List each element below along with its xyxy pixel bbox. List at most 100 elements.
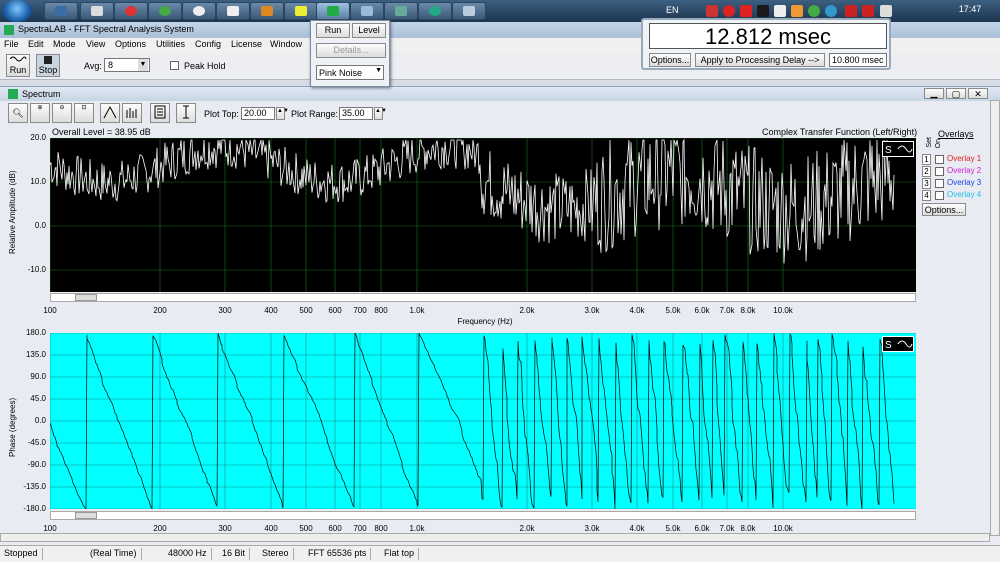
taskbar-app-12[interactable]	[418, 2, 452, 20]
taskbar-app-5[interactable]	[182, 2, 216, 20]
x-tick-label: 400	[264, 306, 278, 315]
overlay-options-button[interactable]: Options...	[922, 203, 966, 216]
x-tick-label: 4.0k	[629, 306, 645, 315]
chevron-down-icon[interactable]: ▼	[138, 59, 148, 71]
taskbar-app-11[interactable]	[384, 2, 418, 20]
plot-range-spinner[interactable]: ▲▼	[374, 107, 387, 120]
taskbar-app-6[interactable]	[216, 2, 250, 20]
x-tick-label: 3.0k	[584, 306, 600, 315]
apply-delay-button[interactable]: Apply to Processing Delay -->	[695, 53, 825, 67]
frequency-axis-label: Frequency (Hz)	[457, 317, 513, 326]
overlay-checkbox-1[interactable]	[935, 155, 944, 164]
plot-top-spinner[interactable]: ▲▼	[276, 107, 289, 120]
amplitude-scrollbar[interactable]	[50, 293, 916, 302]
phase-scrollbar[interactable]	[50, 511, 916, 520]
y-tick-label: 135.0	[25, 350, 46, 359]
avg-select[interactable]: 8 ▼	[104, 58, 150, 72]
overlay-checkbox-4[interactable]	[935, 191, 944, 200]
tray-icon-4[interactable]	[774, 5, 786, 17]
menu-view[interactable]: View	[86, 39, 105, 49]
taskbar-app-1[interactable]	[44, 2, 78, 20]
maximize-button[interactable]: ▢	[946, 88, 966, 99]
tray-icon-7[interactable]	[825, 5, 837, 17]
overlay-set-1[interactable]: 1	[922, 154, 931, 165]
overlay-set-4[interactable]: 4	[922, 190, 931, 201]
tray-icon-1[interactable]	[723, 5, 735, 17]
popup-level-button[interactable]: Level	[352, 23, 386, 38]
run-button[interactable]: Run	[6, 54, 30, 77]
zoom-icon[interactable]: 🔍︎	[8, 103, 28, 123]
zoom-full-icon[interactable]: ⊡	[74, 103, 94, 123]
sine-wave-icon-phase[interactable]: S	[882, 336, 914, 352]
taskbar-app-7[interactable]	[250, 2, 284, 20]
cursor-icon[interactable]	[176, 103, 196, 123]
taskbar-app-10[interactable]	[350, 2, 384, 20]
tray-icon-8[interactable]	[845, 5, 857, 17]
menu-license[interactable]: License	[231, 39, 262, 49]
spectrum-title: Spectrum	[22, 89, 61, 99]
bars-icon[interactable]	[122, 103, 142, 123]
tray-icon-5[interactable]	[791, 5, 803, 17]
plot-top-input[interactable]: 20.00	[241, 107, 275, 120]
notes-icon[interactable]	[150, 103, 170, 123]
status-bits: 16 Bit	[222, 548, 251, 560]
language-indicator[interactable]: EN	[666, 5, 679, 15]
overlay-label-4: Overlay 4	[947, 190, 982, 199]
scroll-thumb-phase[interactable]	[75, 512, 97, 519]
menu-edit[interactable]: Edit	[28, 39, 44, 49]
tray-icon-6[interactable]	[808, 5, 820, 17]
tray-icon-3[interactable]	[757, 5, 769, 17]
stop-button[interactable]: Stop	[36, 54, 60, 77]
start-orb-icon[interactable]	[2, 0, 32, 22]
overlay-checkbox-2[interactable]	[935, 167, 944, 176]
zoom-out-icon[interactable]: ⊖	[52, 103, 72, 123]
tray-icon-10[interactable]	[880, 5, 892, 17]
overlay-set-2[interactable]: 2	[922, 166, 931, 177]
noise-select[interactable]: Pink Noise ▼	[316, 65, 384, 80]
x-tick-label: 1.0k	[409, 306, 425, 315]
x-tick-label: 2.0k	[519, 524, 535, 533]
taskbar-app-spectralab[interactable]	[316, 2, 350, 20]
window-h-scrollbar[interactable]	[0, 533, 990, 542]
window-title: SpectraLAB - FFT Spectral Analysis Syste…	[18, 24, 194, 34]
flag-icon[interactable]	[706, 5, 718, 17]
status-bar: Stopped (Real Time) 48000 Hz 16 Bit Ster…	[0, 545, 1000, 562]
menu-file[interactable]: File	[4, 39, 19, 49]
popup-run-button[interactable]: Run	[316, 23, 350, 38]
taskbar-app-8[interactable]	[284, 2, 318, 20]
processing-delay-field[interactable]: 10.800 msec	[829, 53, 887, 67]
plot-range-input[interactable]: 35.00	[339, 107, 373, 120]
menu-options[interactable]: Options	[115, 39, 146, 49]
delay-options-button[interactable]: Options...	[649, 53, 691, 67]
overlay-checkbox-3[interactable]	[935, 179, 944, 188]
scroll-thumb[interactable]	[75, 294, 97, 301]
menu-mode[interactable]: Mode	[53, 39, 76, 49]
chevron-down-icon[interactable]: ▼	[375, 67, 382, 74]
clock[interactable]: 17:47	[950, 4, 990, 14]
minimize-button[interactable]: ▁	[924, 88, 944, 99]
x-tick-label: 800	[374, 524, 388, 533]
tray-icon-9[interactable]	[862, 5, 874, 17]
amplitude-plot[interactable]	[50, 138, 916, 292]
y-tick-label: 0.0	[34, 416, 46, 425]
zoom-in-icon[interactable]: ⊕	[30, 103, 50, 123]
taskbar-app-13[interactable]	[452, 2, 486, 20]
taskbar-app-4[interactable]	[148, 2, 182, 20]
x-tick-label: 100	[43, 524, 57, 533]
sine-wave-icon[interactable]: S	[882, 141, 914, 157]
tray-icon-2[interactable]	[740, 5, 752, 17]
window-v-scrollbar[interactable]	[990, 100, 1000, 536]
menu-window[interactable]: Window	[270, 39, 302, 49]
peak-hold-checkbox[interactable]	[170, 61, 179, 70]
taskbar-app-2[interactable]	[80, 2, 114, 20]
phase-plot[interactable]	[50, 333, 916, 509]
close-button[interactable]: ✕	[968, 88, 988, 99]
x-tick-label: 100	[43, 306, 57, 315]
popup-details-button[interactable]: Details...	[316, 43, 386, 58]
taskbar-app-3[interactable]	[114, 2, 148, 20]
y-tick-label: -45.0	[27, 438, 46, 447]
menu-config[interactable]: Config	[195, 39, 221, 49]
peak-icon[interactable]	[100, 103, 120, 123]
overlay-set-3[interactable]: 3	[922, 178, 931, 189]
menu-utilities[interactable]: Utilities	[156, 39, 185, 49]
